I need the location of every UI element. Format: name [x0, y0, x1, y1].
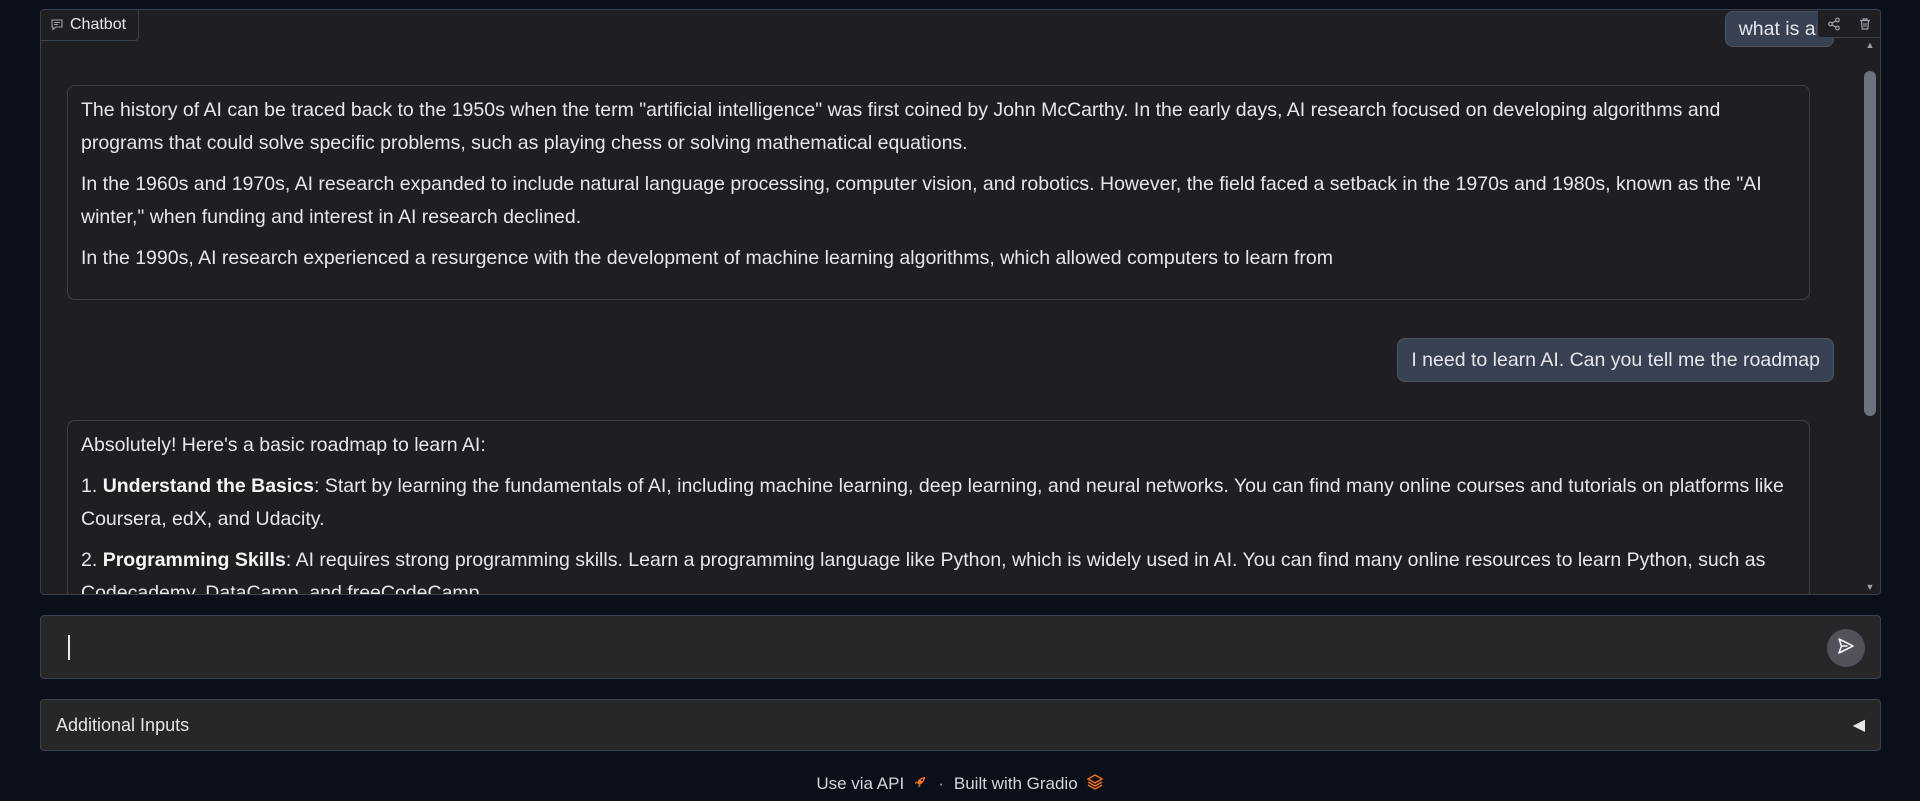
bot-paragraph: The history of AI can be traced back to …	[81, 99, 1721, 154]
user-message: I need to learn AI. Can you tell me the …	[1397, 338, 1834, 382]
step-title: Programming Skills	[102, 549, 286, 571]
api-label: Use via API	[816, 774, 905, 793]
message-input[interactable]	[67, 630, 1807, 664]
step-number: 1.	[81, 475, 103, 497]
scroll-down-arrow-icon[interactable]: ▼	[1860, 580, 1880, 594]
built-label: Built with Gradio	[953, 774, 1078, 793]
bot-paragraph: In the 1960s and 1970s, AI research expa…	[81, 173, 1762, 228]
chat-icon	[51, 19, 63, 31]
chatbot-actions	[1817, 10, 1880, 38]
send-button[interactable]	[1827, 629, 1865, 667]
chatbot-panel: Chatbot what is ai The history of AI can…	[40, 9, 1881, 595]
scroll-up-arrow-icon[interactable]: ▲	[1860, 38, 1880, 52]
footer: Use via API · Built with Gradio	[0, 772, 1920, 796]
gradio-logo-icon	[1086, 773, 1104, 795]
footer-separator: ·	[938, 774, 944, 793]
scroll-thumb[interactable]	[1864, 71, 1876, 416]
bot-message: The history of AI can be traced back to …	[67, 85, 1810, 300]
step-number: 2.	[81, 549, 103, 571]
user-message-text: what is ai	[1738, 17, 1820, 40]
chatbot-label: Chatbot	[41, 10, 140, 41]
roadmap-step: 2. Programming Skills: AI requires stron…	[81, 544, 1796, 594]
bot-paragraph: Absolutely! Here's a basic roadmap to le…	[81, 434, 486, 456]
send-icon	[1836, 636, 1856, 661]
additional-inputs-accordion[interactable]: Additional Inputs ◀	[40, 699, 1881, 751]
rocket-icon	[912, 774, 928, 795]
accordion-label: Additional Inputs	[56, 714, 190, 735]
bot-paragraph: In the 1990s, AI research experienced a …	[81, 247, 1333, 269]
message-input-box	[40, 615, 1881, 679]
step-text: : Start by learning the fundamentals of …	[81, 475, 1784, 530]
user-message-text: I need to learn AI. Can you tell me the …	[1411, 348, 1820, 371]
roadmap-step: 1. Understand the Basics: Start by learn…	[81, 470, 1796, 536]
step-text: : AI requires strong programming skills.…	[81, 549, 1766, 594]
text-caret	[68, 635, 70, 660]
chatbot-label-text: Chatbot	[70, 16, 127, 33]
bot-message: Absolutely! Here's a basic roadmap to le…	[67, 420, 1810, 594]
triangle-left-icon[interactable]: ◀	[1853, 715, 1865, 735]
built-with-gradio-link[interactable]: Built with Gradio	[953, 773, 1104, 795]
trash-icon[interactable]	[1849, 10, 1880, 38]
step-title: Understand the Basics	[102, 475, 314, 497]
share-icon[interactable]	[1818, 10, 1849, 38]
use-via-api-link[interactable]: Use via API	[816, 774, 928, 795]
scrollbar[interactable]: ▲ ▼	[1860, 38, 1880, 594]
message-list[interactable]: what is ai The history of AI can be trac…	[41, 10, 1860, 594]
